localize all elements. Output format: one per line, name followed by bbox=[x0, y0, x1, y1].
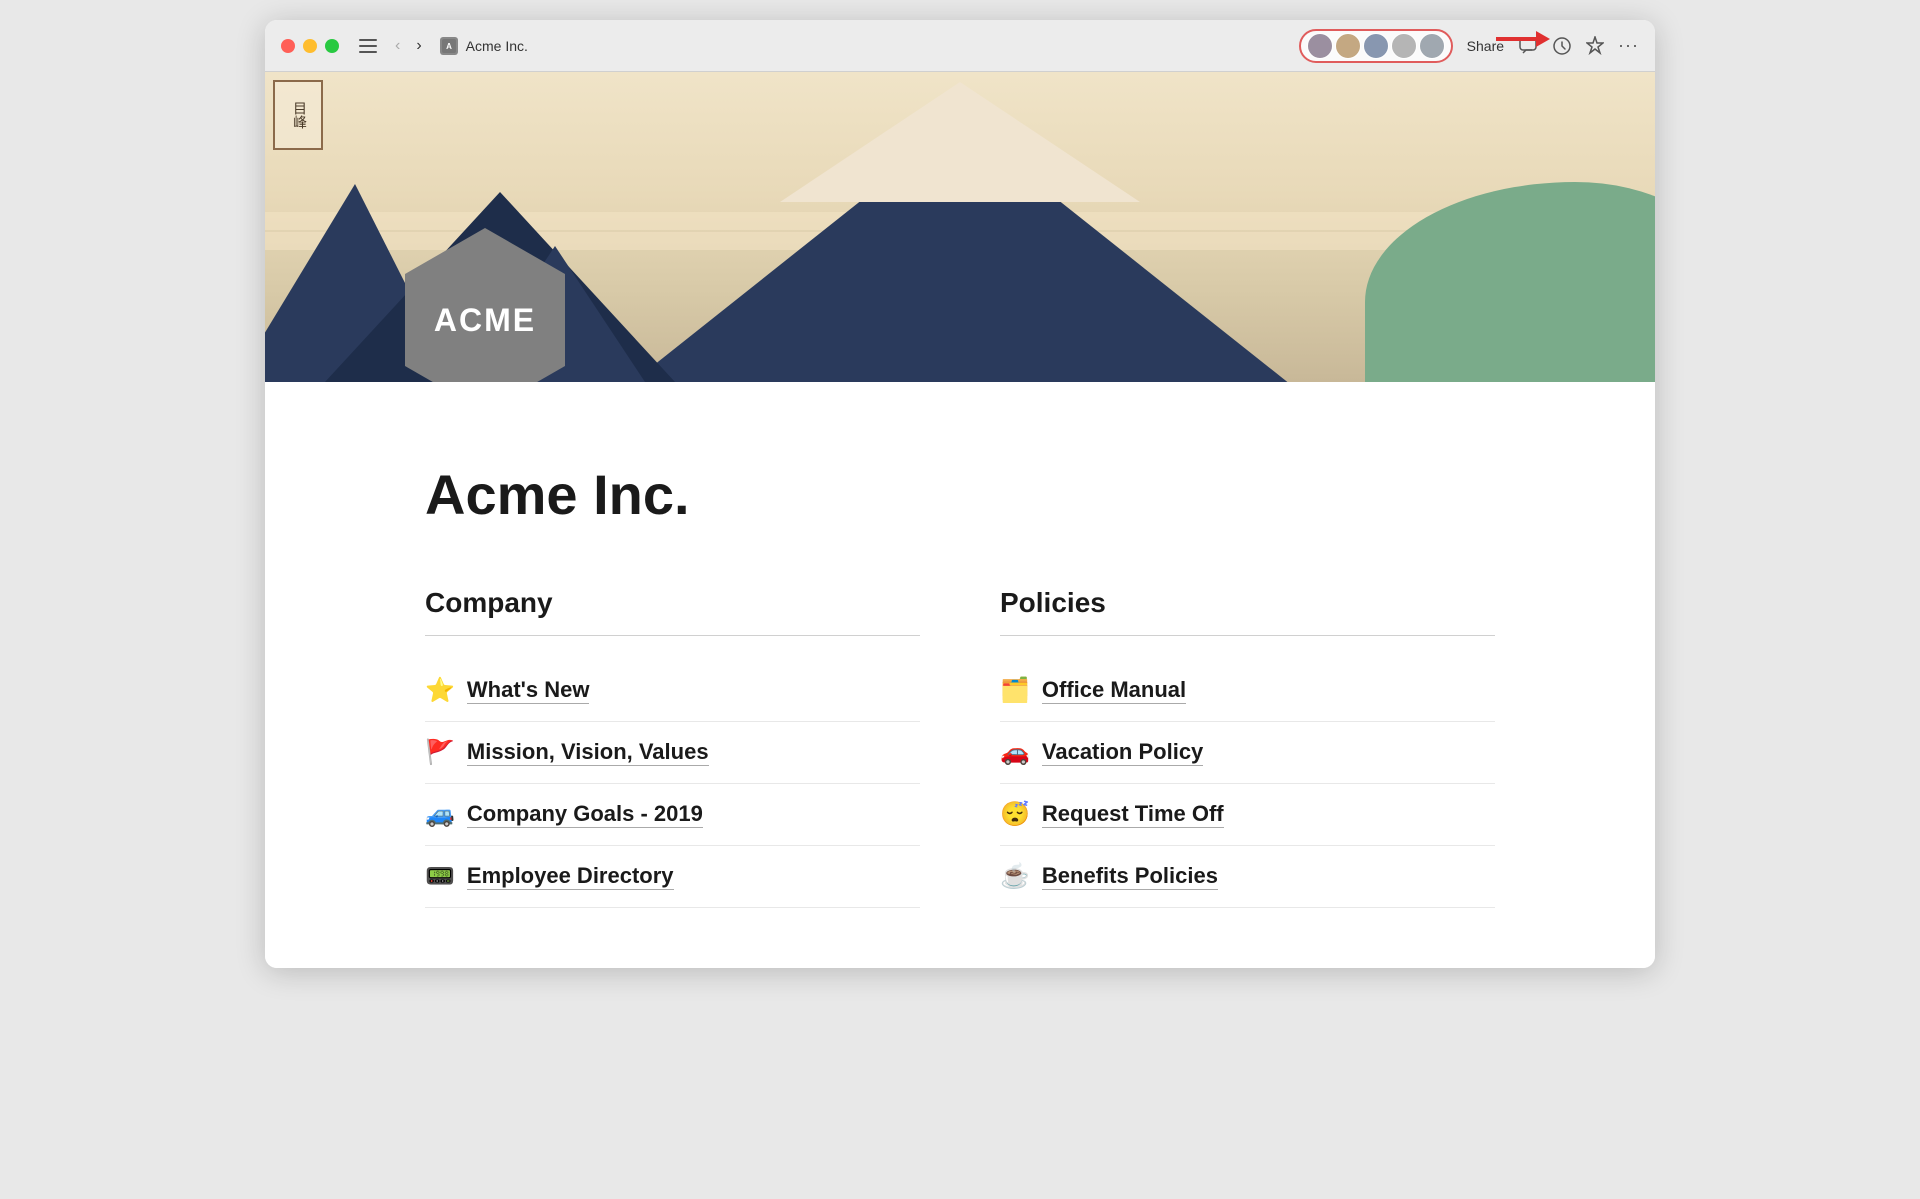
traffic-lights bbox=[281, 39, 339, 53]
time-off-icon: 😴 bbox=[1000, 800, 1030, 829]
minimize-button[interactable] bbox=[303, 39, 317, 53]
avatars-cluster[interactable] bbox=[1299, 29, 1453, 63]
list-item[interactable]: 🚗 Vacation Policy bbox=[1000, 722, 1495, 784]
sidebar-toggle-button[interactable] bbox=[359, 39, 377, 53]
list-item[interactable]: 🗂️ Office Manual bbox=[1000, 660, 1495, 722]
jp-text-box: 目峰 bbox=[273, 80, 323, 150]
directory-link[interactable]: Employee Directory bbox=[467, 863, 674, 890]
page-content: 目峰 ACME Acme Inc. Company bbox=[265, 72, 1655, 968]
policies-heading: Policies bbox=[1000, 587, 1495, 619]
hex-shape: ACME bbox=[405, 228, 565, 382]
toolbar-right: Share bbox=[1299, 29, 1639, 63]
favicon: A bbox=[440, 37, 458, 55]
mission-icon: 🚩 bbox=[425, 738, 455, 767]
hero-banner: 目峰 ACME bbox=[265, 72, 1655, 382]
avatar-4 bbox=[1391, 33, 1417, 59]
svg-text:A: A bbox=[446, 42, 452, 51]
benefits-link[interactable]: Benefits Policies bbox=[1042, 863, 1218, 890]
tab-area: A Acme Inc. bbox=[440, 37, 528, 55]
list-item[interactable]: 🚙 Company Goals - 2019 bbox=[425, 784, 920, 846]
avatar-3 bbox=[1363, 33, 1389, 59]
avatar-5 bbox=[1419, 33, 1445, 59]
maximize-button[interactable] bbox=[325, 39, 339, 53]
directory-icon: 📟 bbox=[425, 862, 455, 891]
list-item[interactable]: 🚩 Mission, Vision, Values bbox=[425, 722, 920, 784]
company-divider bbox=[425, 635, 920, 636]
mission-link[interactable]: Mission, Vision, Values bbox=[467, 739, 709, 766]
policies-divider bbox=[1000, 635, 1495, 636]
company-list: ⭐ What's New 🚩 Mission, Vision, Values 🚙… bbox=[425, 660, 920, 908]
fuji-snow-cap bbox=[780, 82, 1140, 202]
tab-title: Acme Inc. bbox=[466, 38, 528, 54]
bookmark-button[interactable] bbox=[1586, 36, 1604, 56]
page-title: Acme Inc. bbox=[425, 462, 1495, 527]
browser-window: ‹ › A Acme Inc. bbox=[265, 20, 1655, 968]
two-col-layout: Company ⭐ What's New 🚩 Mission, Vision, … bbox=[425, 587, 1495, 908]
main-body: Acme Inc. Company ⭐ What's New 🚩 bbox=[265, 382, 1655, 968]
title-bar: ‹ › A Acme Inc. bbox=[265, 20, 1655, 72]
list-item[interactable]: 📟 Employee Directory bbox=[425, 846, 920, 908]
goals-link[interactable]: Company Goals - 2019 bbox=[467, 801, 703, 828]
nav-buttons: ‹ › bbox=[389, 35, 428, 57]
avatar-1 bbox=[1307, 33, 1333, 59]
history-button[interactable] bbox=[1552, 36, 1572, 56]
whats-new-icon: ⭐ bbox=[425, 676, 455, 705]
whats-new-link[interactable]: What's New bbox=[467, 677, 590, 704]
vacation-link[interactable]: Vacation Policy bbox=[1042, 739, 1203, 766]
back-button[interactable]: ‹ bbox=[389, 35, 406, 57]
policies-list: 🗂️ Office Manual 🚗 Vacation Policy 😴 Req… bbox=[1000, 660, 1495, 908]
avatar-2 bbox=[1335, 33, 1361, 59]
hex-label: ACME bbox=[434, 302, 536, 339]
list-item[interactable]: ⭐ What's New bbox=[425, 660, 920, 722]
company-heading: Company bbox=[425, 587, 920, 619]
list-item[interactable]: 😴 Request Time Off bbox=[1000, 784, 1495, 846]
list-item[interactable]: ☕ Benefits Policies bbox=[1000, 846, 1495, 908]
forward-button[interactable]: › bbox=[410, 35, 427, 57]
more-button[interactable]: ··· bbox=[1618, 35, 1639, 56]
close-button[interactable] bbox=[281, 39, 295, 53]
star-icon bbox=[1586, 36, 1604, 56]
benefits-icon: ☕ bbox=[1000, 862, 1030, 891]
time-off-link[interactable]: Request Time Off bbox=[1042, 801, 1224, 828]
arrow-indicator bbox=[1496, 31, 1550, 47]
goals-icon: 🚙 bbox=[425, 800, 455, 829]
policies-section: Policies 🗂️ Office Manual 🚗 Vacation Pol… bbox=[1000, 587, 1495, 908]
office-manual-icon: 🗂️ bbox=[1000, 676, 1030, 705]
vacation-icon: 🚗 bbox=[1000, 738, 1030, 767]
acme-hex-logo: ACME bbox=[405, 228, 565, 382]
office-manual-link[interactable]: Office Manual bbox=[1042, 677, 1186, 704]
company-section: Company ⭐ What's New 🚩 Mission, Vision, … bbox=[425, 587, 920, 908]
history-icon bbox=[1552, 36, 1572, 56]
